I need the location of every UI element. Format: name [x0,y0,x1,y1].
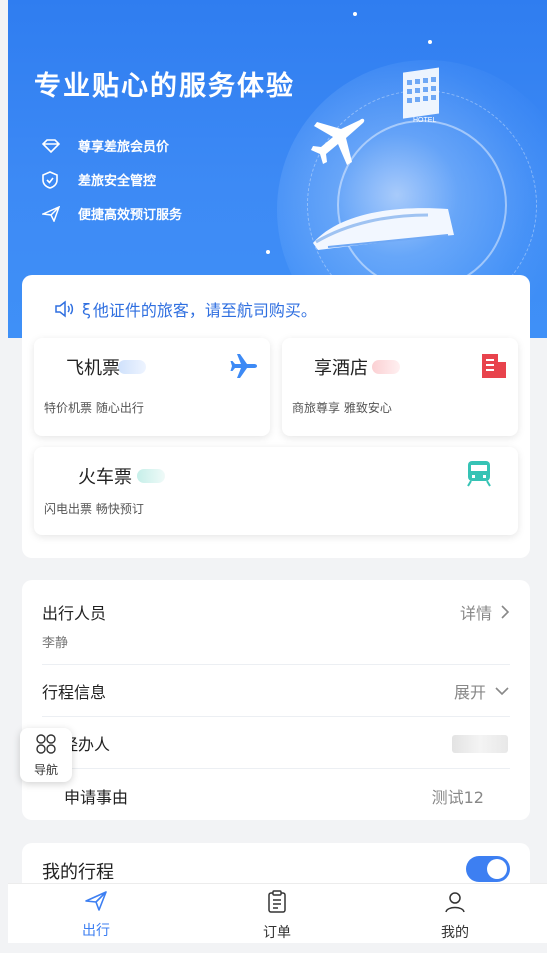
tab-mine[interactable]: 我的 [415,890,495,942]
train-illustration [308,195,458,259]
send-icon [84,890,108,916]
tab-travel[interactable]: 出行 [56,890,136,940]
tab-orders[interactable]: 订单 [237,890,317,942]
service-flight-card[interactable]: 飞机票 特价机票 随心出行 [34,338,270,436]
travelers-row[interactable]: 出行人员 详情 李静 [22,580,530,664]
notice-marquee-cut: ξ [82,299,91,319]
clipboard-icon [266,890,288,918]
tab-label: 我的 [441,925,469,941]
feature-label: 尊享差旅会员价 [78,140,170,155]
building-icon [480,350,508,384]
notice-bar[interactable]: ξ 他证件的旅客，请至航司购买。 [54,297,317,321]
my-trips-label: 我的行程 [42,862,114,883]
service-subtitle: 商旅尊享 雅致安心 [292,401,392,415]
star-dot [428,40,432,44]
diamond-icon [42,138,64,153]
airplane-illustration [308,112,368,176]
send-icon [42,205,64,222]
banner-title: 专业贴心的服务体验 [34,71,295,102]
train-icon [466,459,492,491]
service-name: 享酒店 [314,358,368,379]
expand-label: 展开 [453,683,486,702]
tab-label: 订单 [263,925,291,941]
service-subtitle: 闪电出票 畅快预订 [44,502,144,516]
hotel-illustration: HOTEL [393,60,453,134]
floating-nav-button[interactable]: 导航 [20,728,72,782]
toggle-knob [487,859,507,879]
tab-label: 出行 [82,923,110,939]
floating-nav-label: 导航 [33,762,58,777]
travelers-label: 出行人员 [42,604,107,623]
grid-icon [34,733,58,759]
feature-booking: 便捷高效预订服务 [42,204,182,223]
user-icon [443,890,467,918]
feature-member-price: 尊享差旅会员价 [42,136,169,155]
travelers-detail-link[interactable]: 详情 [460,600,510,624]
accent-pill [118,360,146,374]
trip-info-card: 出行人员 详情 李静 行程信息 展开 经办人 申请事由 测试12 [22,580,530,820]
accent-pill [372,360,400,374]
feature-label: 差旅安全管控 [78,174,157,189]
accent-pill [137,469,165,483]
itinerary-label: 行程信息 [42,683,107,702]
feature-safety: 差旅安全管控 [42,170,156,189]
reason-value: 测试12 [431,788,484,807]
speaker-icon [54,300,74,318]
star-dot [266,250,270,254]
itinerary-expand-toggle[interactable]: 展开 [454,679,510,703]
reason-row[interactable]: 申请事由 测试12 [22,768,530,820]
service-name: 飞机票 [66,358,120,379]
airplane-icon [228,350,260,386]
feature-label: 便捷高效预订服务 [78,208,183,223]
star-dot [353,12,357,16]
reason-label: 申请事由 [64,788,129,807]
itinerary-row[interactable]: 行程信息 展开 [22,664,530,716]
shield-icon [42,170,64,189]
notice-text: 他证件的旅客，请至航司购买。 [92,301,317,320]
redacted-value [452,735,508,753]
detail-label: 详情 [459,604,492,623]
hotel-sign-text: HOTEL [413,117,436,124]
my-trips-toggle[interactable] [466,856,510,882]
chevron-right-icon [500,604,510,620]
services-card: ξ 他证件的旅客，请至航司购买。 飞机票 特价机票 随心出行 享酒店 商旅尊享 … [22,275,530,558]
bottom-tab-bar: 出行 订单 我的 [8,883,547,943]
service-train-card[interactable]: 火车票 闪电出票 畅快预订 [34,447,518,535]
service-subtitle: 特价机票 随心出行 [44,401,144,415]
service-name: 火车票 [78,467,132,488]
service-hotel-card[interactable]: 享酒店 商旅尊享 雅致安心 [282,338,518,436]
chevron-down-icon [494,686,510,696]
traveler-name: 李静 [42,636,69,651]
